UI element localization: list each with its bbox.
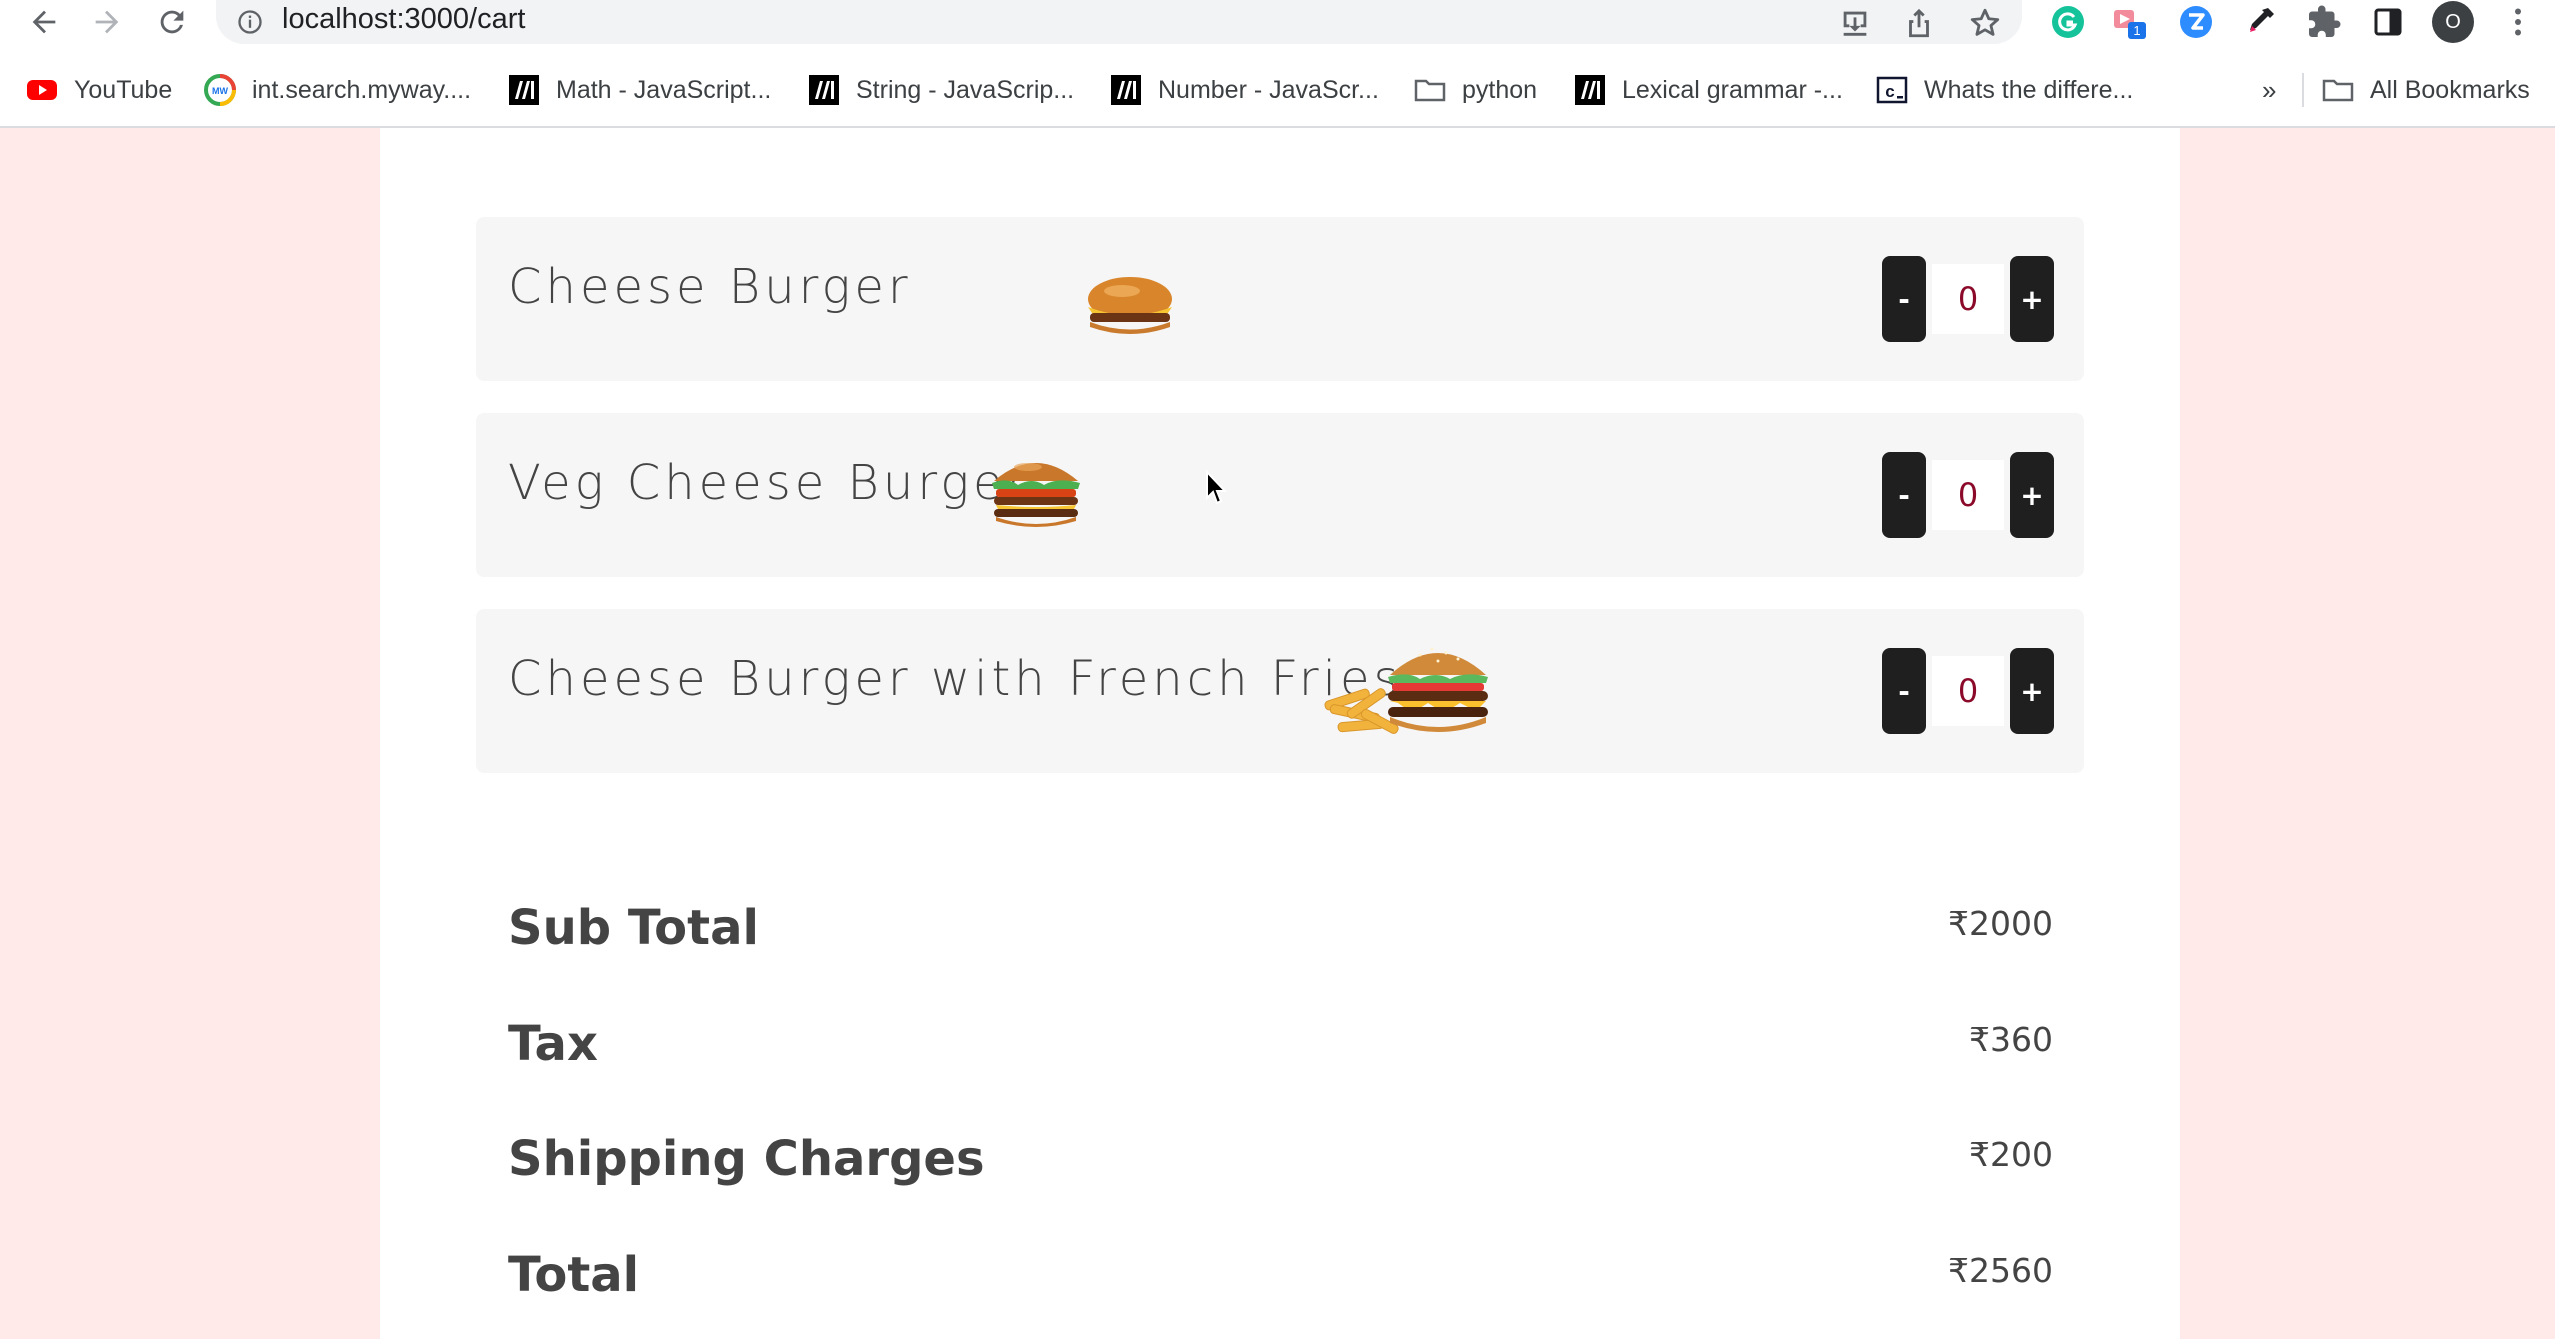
reload-icon xyxy=(160,10,184,34)
address-bar[interactable]: localhost:3000/cart xyxy=(216,0,2022,44)
quantity-value: 0 xyxy=(1932,460,2004,530)
arrow-left-icon xyxy=(32,10,56,34)
grammarly-icon[interactable] xyxy=(2050,4,2086,40)
bookmarks-overflow-button[interactable]: » xyxy=(2262,65,2276,115)
decrement-button[interactable]: - xyxy=(1882,256,1926,342)
color-picker-icon[interactable] xyxy=(2242,4,2278,40)
reload-button[interactable] xyxy=(150,0,194,44)
quantity-value: 0 xyxy=(1932,264,2004,334)
bookmark-mdn-string[interactable]: String - JavaScrip... xyxy=(808,65,1074,115)
decrement-button[interactable]: - xyxy=(1882,648,1926,734)
total-row: Total ₹2560 xyxy=(508,1247,2053,1327)
mdn-icon xyxy=(809,75,839,105)
cart-item-card: Cheese Burger with French Fries - 0 + xyxy=(476,609,2084,773)
item-name: Cheese Burger with French Fries xyxy=(508,651,1403,707)
all-bookmarks-button[interactable]: All Bookmarks xyxy=(2322,65,2530,115)
forward-button[interactable] xyxy=(85,0,129,44)
folder-icon xyxy=(1414,79,1446,102)
folder-icon xyxy=(2322,79,2354,102)
extension-badge-icon[interactable]: 1 xyxy=(2112,4,2148,40)
profile-avatar[interactable]: O xyxy=(2432,1,2474,43)
cart-item-card: Veg Cheese Burger - 0 + xyxy=(476,413,2084,577)
increment-button[interactable]: + xyxy=(2010,648,2054,734)
all-bookmarks-label: All Bookmarks xyxy=(2370,75,2530,104)
mdn-icon xyxy=(1575,75,1605,105)
tax-label: Tax xyxy=(508,1016,598,1072)
bookmark-label: int.search.myway.... xyxy=(252,75,472,104)
mdn-icon xyxy=(509,75,539,105)
svg-text:MW: MW xyxy=(212,86,228,96)
cheese-burger-image xyxy=(1088,277,1172,334)
install-app-icon[interactable] xyxy=(1838,6,1872,40)
bookmark-label: YouTube xyxy=(74,75,173,104)
extension-badge-count: 1 xyxy=(2133,23,2140,38)
extensions-puzzle-icon[interactable] xyxy=(2306,4,2342,40)
increment-button[interactable]: + xyxy=(2010,452,2054,538)
subtotal-label: Sub Total xyxy=(508,900,759,956)
bookmark-label: Lexical grammar -... xyxy=(1622,75,1843,104)
quantity-stepper: - 0 + xyxy=(1882,452,2054,538)
decrement-button[interactable]: - xyxy=(1882,452,1926,538)
bookmarks-separator xyxy=(2302,73,2304,107)
burger-fries-image xyxy=(1324,647,1488,734)
bookmark-youtube[interactable]: YouTube xyxy=(26,65,172,115)
more-menu-icon[interactable] xyxy=(2500,4,2536,40)
bookmark-label: String - JavaScrip... xyxy=(856,75,1075,104)
overflow-chevron: » xyxy=(2262,74,2277,105)
url-text[interactable]: localhost:3000/cart xyxy=(282,3,525,36)
cart-item-card: Cheese Burger - 0 + xyxy=(476,217,2084,381)
bookmark-mdn-math[interactable]: Math - JavaScript... xyxy=(508,65,771,115)
svg-text:c: c xyxy=(1885,82,1894,101)
arrow-right-icon xyxy=(95,10,119,34)
profile-initial: O xyxy=(2445,10,2461,33)
shipping-value: ₹200 xyxy=(1969,1135,2053,1174)
bookmarks-bar: YouTube MW int.search.myway.... Math - J… xyxy=(0,65,2555,115)
youtube-icon xyxy=(27,80,57,100)
mouse-cursor-icon xyxy=(1206,470,1228,505)
subtotal-row: Sub Total ₹2000 xyxy=(508,900,2053,980)
site-info-icon[interactable] xyxy=(236,8,264,36)
increment-button[interactable]: + xyxy=(2010,256,2054,342)
quantity-stepper: - 0 + xyxy=(1882,256,2054,342)
bookmark-label: Number - JavaScr... xyxy=(1158,75,1379,104)
item-name: Veg Cheese Burger xyxy=(508,455,1031,511)
myway-icon: MW xyxy=(204,74,236,106)
tax-value: ₹360 xyxy=(1969,1020,2053,1059)
bookmark-mdn-number[interactable]: Number - JavaScr... xyxy=(1110,65,1379,115)
tax-row: Tax ₹360 xyxy=(508,1016,2053,1096)
zoom-extension-icon[interactable] xyxy=(2178,4,2214,40)
total-label: Total xyxy=(508,1247,640,1303)
bookmark-folder-python[interactable]: python xyxy=(1414,65,1537,115)
shipping-row: Shipping Charges ₹200 xyxy=(508,1131,2053,1211)
bookmark-label: Math - JavaScript... xyxy=(556,75,772,104)
bookmark-label: python xyxy=(1462,75,1538,104)
mdn-icon xyxy=(1111,75,1141,105)
total-value: ₹2560 xyxy=(1948,1251,2053,1290)
bookmark-codecademy[interactable]: c Whats the differe... xyxy=(1876,65,2133,115)
veg-cheese-burger-image xyxy=(992,463,1080,527)
quantity-value: 0 xyxy=(1932,656,2004,726)
bookmark-myway[interactable]: MW int.search.myway.... xyxy=(204,65,471,115)
shipping-label: Shipping Charges xyxy=(508,1131,985,1187)
bookmark-star-icon[interactable] xyxy=(1968,6,2002,40)
codecademy-icon: c xyxy=(1876,76,1908,104)
subtotal-value: ₹2000 xyxy=(1948,904,2053,943)
bookmark-mdn-lexical[interactable]: Lexical grammar -... xyxy=(1574,65,1843,115)
back-button[interactable] xyxy=(22,0,66,44)
item-name: Cheese Burger xyxy=(508,259,912,315)
bookmark-label: Whats the differe... xyxy=(1924,75,2134,104)
browser-toolbar: localhost:3000/cart 1 O xyxy=(0,0,2555,44)
quantity-stepper: - 0 + xyxy=(1882,648,2054,734)
share-icon[interactable] xyxy=(1902,6,1936,40)
side-panel-icon[interactable] xyxy=(2370,4,2406,40)
